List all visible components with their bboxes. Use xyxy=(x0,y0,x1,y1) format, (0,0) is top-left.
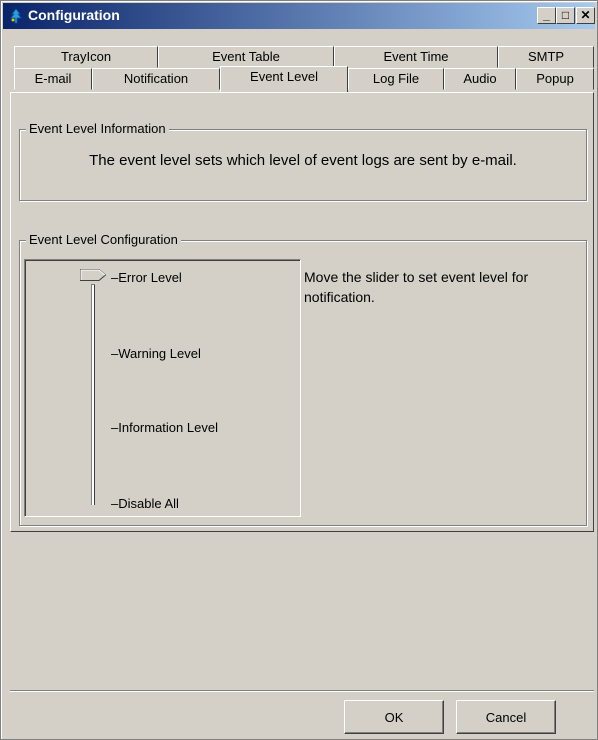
slider-description: Move the slider to set event level for n… xyxy=(304,269,529,305)
event-level-information-group: Event Level Information The event level … xyxy=(19,121,587,201)
tab-notification[interactable]: Notification xyxy=(92,68,220,90)
level-label: Warning Level xyxy=(118,346,201,361)
tab-label: E-mail xyxy=(34,71,72,86)
level-label: Error Level xyxy=(118,270,182,285)
level-error: –Error Level xyxy=(111,270,182,285)
group-legend: Event Level Information xyxy=(26,121,169,136)
tab-event-table[interactable]: Event Table xyxy=(158,46,334,68)
level-disable-all: –Disable All xyxy=(111,496,179,511)
event-level-slider-box: –Error Level –Warning Level –Information… xyxy=(24,259,301,517)
level-information: –Information Level xyxy=(111,420,218,435)
maximize-icon: □ xyxy=(561,8,570,22)
tab-audio[interactable]: Audio xyxy=(444,68,516,90)
level-label: Information Level xyxy=(118,420,218,435)
tab-label: SMTP xyxy=(527,49,565,64)
tab-label: Popup xyxy=(536,71,574,86)
level-label: Disable All xyxy=(118,496,179,511)
tab-label: Event Table xyxy=(212,49,280,64)
close-button[interactable]: ✕ xyxy=(576,7,595,24)
slider-track[interactable] xyxy=(91,284,95,505)
tab-label: Log File xyxy=(372,71,420,86)
bottom-separator xyxy=(10,690,594,692)
maximize-button[interactable]: □ xyxy=(556,7,575,24)
group-legend: Event Level Configuration xyxy=(26,232,181,247)
close-icon: ✕ xyxy=(580,8,591,22)
tab-label: Event Level xyxy=(250,69,318,84)
tab-event-time[interactable]: Event Time xyxy=(334,46,498,68)
app-icon xyxy=(10,8,22,24)
tab-event-level[interactable]: Event Level xyxy=(220,66,348,92)
tab-label: Audio xyxy=(463,71,497,86)
tab-label: Notification xyxy=(123,71,189,86)
window-title: Configuration xyxy=(28,7,120,23)
tab-label: TrayIcon xyxy=(60,49,112,64)
tab-label: Event Time xyxy=(383,49,449,64)
tab-popup[interactable]: Popup xyxy=(516,68,594,90)
ok-button[interactable]: OK xyxy=(344,700,444,734)
event-level-panel: Event Level Information The event level … xyxy=(10,92,594,532)
tab-email[interactable]: E-mail xyxy=(14,68,92,90)
level-warning: –Warning Level xyxy=(111,346,201,361)
tab-log-file[interactable]: Log File xyxy=(348,68,444,90)
event-level-configuration-group: Event Level Configuration –Error Level –… xyxy=(19,232,587,526)
title-bar[interactable]: Configuration _ □ ✕ xyxy=(3,3,595,29)
tab-smtp[interactable]: SMTP xyxy=(498,46,594,68)
tab-trayicon[interactable]: TrayIcon xyxy=(14,46,158,68)
minimize-button[interactable]: _ xyxy=(537,7,556,24)
cancel-button[interactable]: Cancel xyxy=(456,700,556,734)
slider-thumb[interactable] xyxy=(80,269,106,281)
minimize-icon: _ xyxy=(543,8,550,22)
info-text: The event level sets which level of even… xyxy=(89,152,517,169)
